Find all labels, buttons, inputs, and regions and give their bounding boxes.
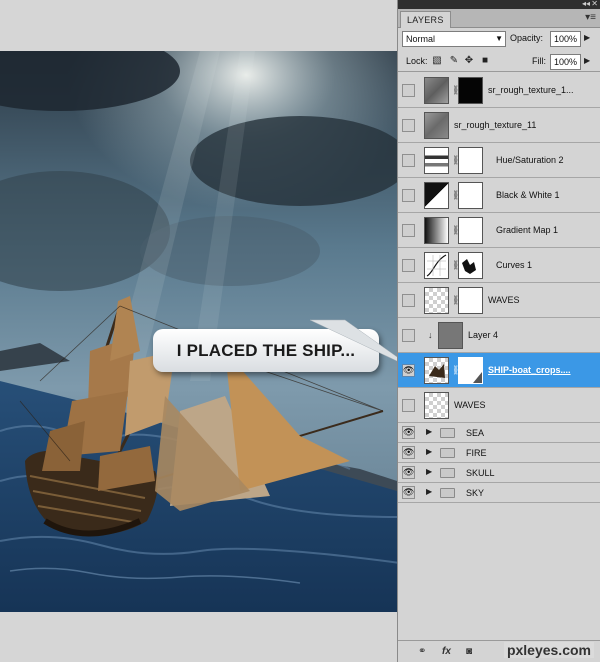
mask-thumbnail: [458, 77, 483, 104]
fill-label: Fill:: [532, 56, 546, 66]
expand-triangle-icon[interactable]: ▶: [426, 427, 432, 436]
layer-row[interactable]: sr_rough_texture_11: [398, 108, 600, 143]
group-name: FIRE: [466, 448, 487, 458]
group-name: SKULL: [466, 468, 495, 478]
folder-icon: [440, 468, 455, 478]
layer-name: Layer 4: [468, 330, 499, 340]
lock-transparent-icon[interactable]: ▧: [431, 55, 443, 67]
lock-paint-brush-icon[interactable]: ✎: [448, 55, 460, 67]
layers-list: ⛓ sr_rough_texture_1... sr_rough_texture…: [398, 73, 600, 503]
fill-input[interactable]: 100%: [550, 54, 581, 70]
layer-row[interactable]: ⛓ Hue/Saturation 2: [398, 143, 600, 178]
layer-name: WAVES: [488, 295, 520, 305]
lock-move-icon[interactable]: ✥: [463, 55, 475, 67]
callout-bubble: I PLACED THE SHIP...: [153, 329, 379, 372]
lock-row: Lock: ▧ ✎ ✥ ■ Fill: 100% ▶: [398, 50, 600, 72]
layer-name: WAVES: [454, 400, 486, 410]
fill-slider-arrow-icon[interactable]: ▶: [584, 56, 590, 65]
group-row[interactable]: 👁 ▶ SKULL: [398, 463, 600, 483]
double-chevron-icon[interactable]: ◂◂: [582, 0, 590, 9]
visibility-toggle[interactable]: [402, 399, 415, 412]
mask-thumbnail: [458, 182, 483, 209]
blend-row: Normal ▼ Opacity: 100% ▶: [398, 28, 600, 50]
tab-layers[interactable]: LAYERS: [400, 11, 451, 28]
panel-menu-icon[interactable]: ▾≡: [585, 12, 596, 23]
mask-thumbnail: [458, 147, 483, 174]
folder-icon: [440, 428, 455, 438]
layer-row[interactable]: ⛓ sr_rough_texture_1...: [398, 73, 600, 108]
panel-tab-bar: LAYERS ▾≡: [398, 9, 600, 28]
folder-icon: [440, 488, 455, 498]
clipping-arrow-icon: ↓: [428, 330, 433, 340]
layer-name: Black & White 1: [496, 190, 560, 200]
layer-name: Hue/Saturation 2: [496, 155, 564, 165]
layer-row[interactable]: ⛓ Black & White 1: [398, 178, 600, 213]
visibility-toggle[interactable]: [402, 259, 415, 272]
fx-icon[interactable]: fx: [442, 646, 451, 658]
eye-icon[interactable]: 👁: [402, 446, 415, 459]
layer-name: Gradient Map 1: [496, 225, 559, 235]
group-row[interactable]: 👁 ▶ FIRE: [398, 443, 600, 463]
layer-row[interactable]: ⛓ Curves 1: [398, 248, 600, 283]
layer-thumbnail: [424, 77, 449, 104]
layer-row[interactable]: ⛓ WAVES: [398, 283, 600, 318]
layer-thumbnail: [424, 287, 449, 314]
expand-triangle-icon[interactable]: ▶: [426, 447, 432, 456]
layers-panel: ◂◂ ✕ LAYERS ▾≡ Normal ▼ Opacity: 100% ▶ …: [397, 0, 600, 662]
blend-mode-select[interactable]: Normal ▼: [402, 31, 506, 47]
layer-name: SHIP-boat_crops....: [488, 365, 571, 375]
chevron-down-icon: ▼: [495, 34, 503, 43]
group-row[interactable]: 👁 ▶ SKY: [398, 483, 600, 503]
layer-name: Curves 1: [496, 260, 533, 270]
opacity-input[interactable]: 100%: [550, 31, 581, 47]
mask-thumbnail: [458, 357, 483, 384]
layer-thumbnail: [424, 112, 449, 139]
layer-row[interactable]: ↓ Layer 4: [398, 318, 600, 353]
layer-row[interactable]: WAVES: [398, 388, 600, 423]
eye-icon[interactable]: 👁: [402, 426, 415, 439]
lock-label: Lock:: [406, 56, 428, 66]
group-name: SEA: [466, 428, 485, 438]
panel-title-bar: ◂◂ ✕: [398, 0, 600, 9]
gradient-map-icon: [424, 217, 449, 244]
layer-name: sr_rough_texture_11: [454, 120, 537, 130]
opacity-label: Opacity:: [510, 33, 544, 43]
visibility-toggle[interactable]: [402, 294, 415, 307]
layer-thumbnail: [424, 392, 449, 419]
expand-triangle-icon[interactable]: ▶: [426, 467, 432, 476]
eye-icon[interactable]: 👁: [402, 466, 415, 479]
expand-triangle-icon[interactable]: ▶: [426, 487, 432, 496]
hue-saturation-icon: [424, 147, 449, 174]
callout-text: I PLACED THE SHIP...: [176, 340, 356, 360]
black-white-icon: [424, 182, 449, 209]
watermark: pxleyes.com: [503, 642, 594, 658]
visibility-toggle[interactable]: [402, 329, 415, 342]
layer-thumbnail: [438, 322, 463, 349]
layer-row-selected[interactable]: 👁 ⛓ SHIP-boat_crops....: [398, 353, 600, 388]
visibility-toggle[interactable]: [402, 119, 415, 132]
visibility-toggle[interactable]: [402, 189, 415, 202]
visibility-toggle[interactable]: [402, 154, 415, 167]
link-layers-icon[interactable]: ⚭: [418, 646, 426, 658]
eye-icon[interactable]: 👁: [402, 364, 415, 377]
opacity-slider-arrow-icon[interactable]: ▶: [584, 33, 590, 42]
group-row[interactable]: 👁 ▶ SEA: [398, 423, 600, 443]
visibility-toggle[interactable]: [402, 224, 415, 237]
layer-row[interactable]: ⛓ Gradient Map 1: [398, 213, 600, 248]
document-canvas[interactable]: I PLACED THE SHIP...: [0, 51, 397, 612]
layer-name: sr_rough_texture_1...: [488, 85, 574, 95]
blend-mode-value: Normal: [406, 34, 436, 44]
visibility-toggle[interactable]: [402, 84, 415, 97]
mask-thumbnail: [458, 252, 483, 279]
curves-icon: [424, 252, 449, 279]
folder-icon: [440, 448, 455, 458]
layer-thumbnail: [424, 357, 449, 384]
eye-icon[interactable]: 👁: [402, 486, 415, 499]
mask-thumbnail: [458, 217, 483, 244]
mask-thumbnail: [458, 287, 483, 314]
lock-all-icon[interactable]: ■: [479, 55, 491, 67]
group-name: SKY: [466, 488, 485, 498]
add-mask-icon[interactable]: ◙: [466, 646, 472, 658]
close-icon[interactable]: ✕: [591, 0, 598, 9]
